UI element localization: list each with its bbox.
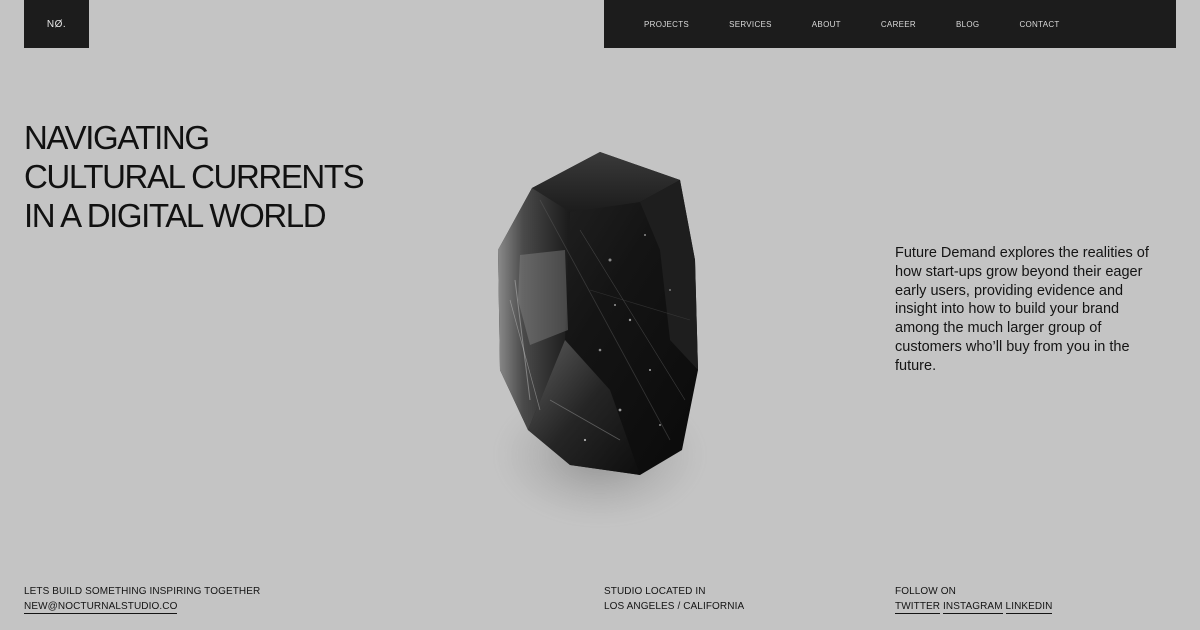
- headline-line-2: CULTURAL CURRENTS: [24, 158, 365, 195]
- footer-follow-label: FOLLOW ON: [895, 586, 956, 597]
- nav-contact[interactable]: CONTACT: [1019, 20, 1059, 29]
- hero-description: Future Demand explores the realities of …: [895, 245, 1149, 374]
- page: NØ. PROJECTS SERVICES ABOUT CAREER BLOG …: [0, 0, 1200, 630]
- social-twitter-link[interactable]: TWITTER: [895, 601, 941, 614]
- logo-text: NØ.: [46, 18, 67, 30]
- crystal-image: [470, 140, 730, 540]
- social-linkedin-link[interactable]: LINKEDIN: [1005, 601, 1053, 614]
- social-instagram-link[interactable]: INSTAGRAM: [943, 601, 1003, 614]
- footer-location-value: LOS ANGELES / CALIFORNIA: [604, 601, 745, 612]
- top-nav: PROJECTS SERVICES ABOUT CAREER BLOG CONT…: [604, 0, 1176, 48]
- nav-career[interactable]: CAREER: [881, 20, 916, 29]
- footer-cta: LETS BUILD SOMETHING INSPIRING TOGETHER: [24, 586, 261, 597]
- headline-line-1: NAVIGATING: [24, 119, 210, 156]
- hero-headline: NAVIGATING CULTURAL CURRENTS IN A DIGITA…: [24, 118, 404, 235]
- headline-line-3: IN A DIGITAL WORLD: [24, 197, 327, 234]
- nav-services[interactable]: SERVICES: [729, 20, 772, 29]
- footer-location-label: STUDIO LOCATED IN: [604, 586, 706, 597]
- footer-social: FOLLOW ON TWITTER INSTAGRAM LINKEDIN: [895, 584, 1053, 614]
- footer-location: STUDIO LOCATED IN LOS ANGELES / CALIFORN…: [604, 584, 744, 614]
- crystal-graphic: [498, 152, 698, 475]
- nav-blog[interactable]: BLOG: [956, 20, 979, 29]
- footer-email-link[interactable]: NEW@NOCTURNALSTUDIO.CO: [24, 601, 178, 614]
- nav-about[interactable]: ABOUT: [812, 20, 841, 29]
- nav-projects[interactable]: PROJECTS: [644, 20, 689, 29]
- logo[interactable]: NØ.: [24, 0, 89, 48]
- footer-contact: LETS BUILD SOMETHING INSPIRING TOGETHER …: [24, 584, 260, 614]
